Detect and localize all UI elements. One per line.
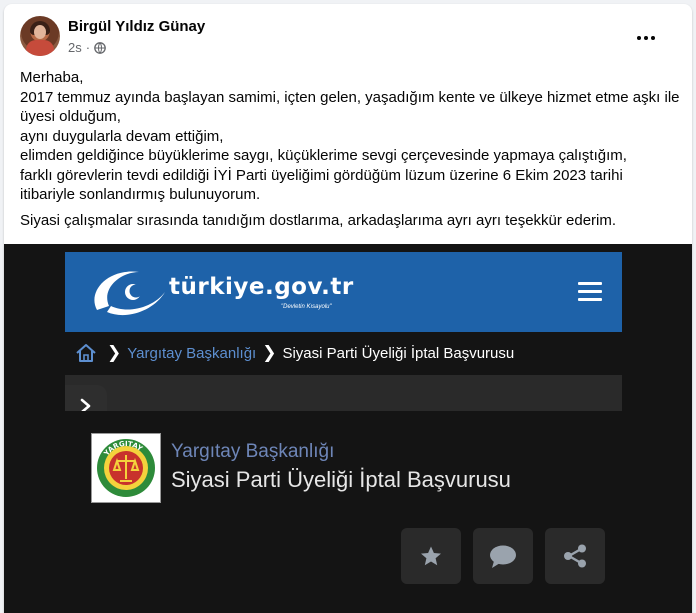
- favorite-button[interactable]: [401, 528, 461, 584]
- author-avatar[interactable]: [20, 16, 60, 56]
- post-line: Merhaba,: [20, 69, 84, 86]
- post-line: 2017 temmuz ayında başlayan samimi, içte…: [20, 88, 680, 106]
- site-tagline: "Devletin Kısayolu": [281, 304, 332, 310]
- post-closing: Siyasi çalışmalar sırasında tanıdığım do…: [20, 211, 617, 229]
- post-timestamp[interactable]: 2s: [68, 40, 82, 55]
- site-logo-icon: [94, 271, 165, 316]
- post-header: Birgül Yıldız Günay 2s ·: [4, 4, 692, 68]
- page-title: Siyasi Parti Üyeliği İptal Başvurusu: [171, 467, 511, 492]
- breadcrumb-link[interactable]: Yargıtay Başkanlığı: [127, 345, 256, 362]
- menu-icon[interactable]: [578, 282, 602, 302]
- page-content: YARGITAY Yargıtay Başkanlığı Siyasi Part…: [65, 411, 622, 613]
- comment-icon: [490, 545, 516, 568]
- post-line: farklı görevlerin tevdi edildiği İYİ Par…: [20, 166, 623, 184]
- post-image[interactable]: türkiye.gov.tr "Devletin Kısayolu" ❯ Yar…: [4, 244, 692, 613]
- institution-name: Yargıtay Başkanlığı: [171, 441, 335, 462]
- share-button[interactable]: [545, 528, 605, 584]
- facebook-post: Birgül Yıldız Günay 2s · Merhaba, 2017 t…: [4, 4, 692, 613]
- share-icon: [564, 544, 586, 568]
- post-meta: 2s ·: [68, 40, 106, 55]
- post-line: aynı duygularla devam ettiğim,: [20, 127, 224, 145]
- toolbar-band: [65, 375, 622, 411]
- site-name: türkiye.gov.tr: [169, 274, 354, 300]
- star-icon: [421, 546, 441, 566]
- breadcrumb-current: Siyasi Parti Üyeliği İptal Başvurusu: [282, 344, 515, 362]
- post-line: itibariyle sonlandırmış bulunuyorum.: [20, 186, 261, 203]
- post-line: üyesi olduğum,: [20, 108, 121, 125]
- yargitay-seal-icon: YARGITAY: [91, 433, 161, 503]
- chevron-right-icon: ❯: [262, 343, 277, 363]
- more-options-icon[interactable]: [628, 20, 664, 56]
- comment-button[interactable]: [473, 528, 533, 584]
- globe-icon: [94, 41, 106, 54]
- author-name[interactable]: Birgül Yıldız Günay: [68, 18, 205, 35]
- home-icon[interactable]: [75, 343, 97, 363]
- chevron-right-icon: ❯: [107, 343, 122, 363]
- site-header: türkiye.gov.tr "Devletin Kısayolu": [65, 252, 622, 332]
- breadcrumb: ❯ Yargıtay Başkanlığı ❯ Siyasi Parti Üye…: [65, 332, 622, 374]
- post-line: elimden geldiğince büyüklerime saygı, kü…: [20, 147, 627, 164]
- post-body: Merhaba, 2017 temmuz ayında başlayan sam…: [20, 68, 680, 230]
